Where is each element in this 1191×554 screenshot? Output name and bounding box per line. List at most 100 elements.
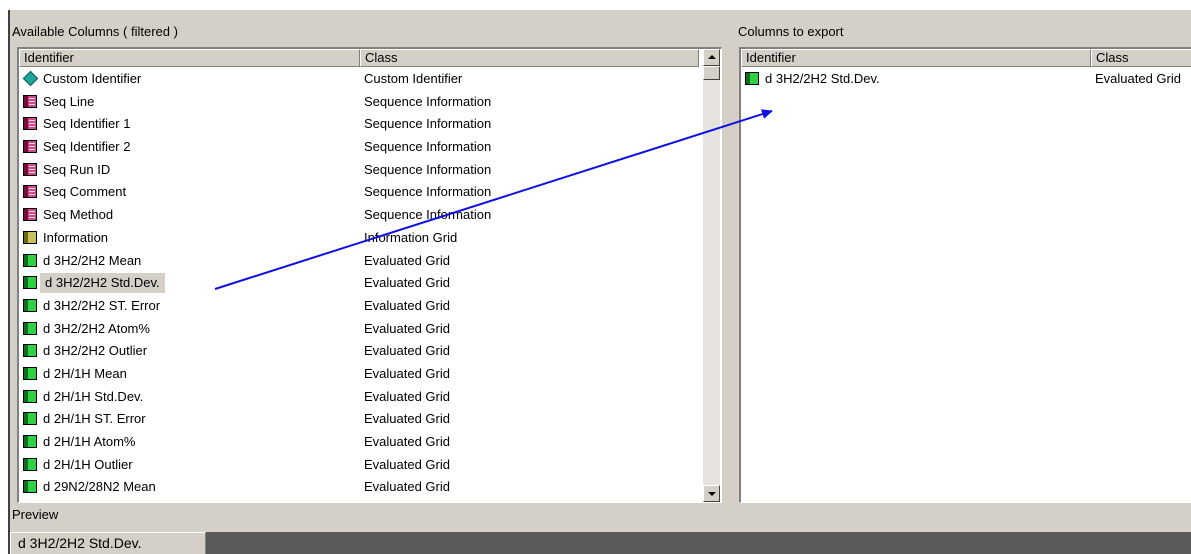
evaluated-grid-icon xyxy=(23,457,37,471)
evaluated-grid-icon xyxy=(23,298,37,312)
available-class-cell: Evaluated Grid xyxy=(364,456,450,472)
available-identifier-cell: Seq Run ID xyxy=(43,161,111,177)
available-list-header: Identifier Class xyxy=(19,49,699,67)
export-dialog: Available Columns ( filtered ) Columns t… xyxy=(8,10,1191,554)
available-class-cell: Evaluated Grid xyxy=(364,297,450,313)
scroll-up-arrow-icon[interactable] xyxy=(703,49,720,66)
available-identifier-cell: Seq Identifier 1 xyxy=(43,116,131,132)
available-row[interactable]: d 2H/1H ST. Error Evaluated Grid xyxy=(19,408,721,431)
available-identifier-cell: d 2H/1H Outlier xyxy=(43,456,133,472)
export-row[interactable]: d 3H2/2H2 Std.Dev. Evaluated Grid xyxy=(741,68,1191,91)
available-row[interactable]: Seq Line Sequence Information xyxy=(19,91,721,114)
available-row[interactable]: d 3H2/2H2 Std.Dev. Evaluated Grid xyxy=(19,272,721,295)
available-identifier-cell: Seq Identifier 2 xyxy=(43,139,131,155)
available-identifier-cell: Seq Line xyxy=(43,93,95,109)
sequence-grid-icon xyxy=(23,94,37,108)
available-row[interactable]: Seq Comment Sequence Information xyxy=(19,181,721,204)
available-class-cell: Evaluated Grid xyxy=(364,434,450,449)
scroll-thumb[interactable] xyxy=(703,66,720,80)
available-class-cell: Evaluated Grid xyxy=(364,411,450,427)
sequence-grid-icon xyxy=(23,185,37,199)
available-identifier-cell: Seq Comment xyxy=(43,184,127,200)
evaluated-grid-icon xyxy=(23,253,37,267)
export-rows: d 3H2/2H2 Std.Dev. Evaluated Grid xyxy=(741,68,1191,91)
available-class-cell: Evaluated Grid xyxy=(364,343,450,359)
available-rows: Custom Identifier Custom Identifier Seq Li… xyxy=(19,68,721,499)
sequence-grid-icon xyxy=(23,162,37,176)
preview-strip xyxy=(206,532,1191,554)
available-class-cell: Sequence Information xyxy=(364,161,492,177)
available-row[interactable]: Seq Run ID Sequence Information xyxy=(19,159,721,182)
available-class-cell: Sequence Information xyxy=(364,116,492,132)
available-class-cell: Sequence Information xyxy=(364,139,492,155)
export-class-cell: Evaluated Grid xyxy=(1095,71,1181,86)
available-identifier-cell: d 3H2/2H2 Std.Dev. xyxy=(40,273,165,294)
available-columns-label: Available Columns ( filtered ) xyxy=(12,24,178,39)
sequence-grid-icon xyxy=(23,208,37,222)
available-row[interactable]: d 2H/1H Std.Dev. Evaluated Grid xyxy=(19,386,721,409)
available-identifier-cell: d 2H/1H ST. Error xyxy=(43,411,146,427)
preview-value: d 3H2/2H2 Std.Dev. xyxy=(18,535,142,551)
available-row[interactable]: Seq Identifier 2 Sequence Information xyxy=(19,136,721,159)
information-grid-icon xyxy=(23,230,37,244)
evaluated-grid-icon xyxy=(23,321,37,335)
available-identifier-cell: Seq Method xyxy=(43,207,114,223)
preview-label: Preview xyxy=(12,507,59,522)
sequence-grid-icon xyxy=(23,140,37,154)
evaluated-grid-icon xyxy=(745,72,759,85)
evaluated-grid-icon xyxy=(23,389,37,403)
export-list-header: Identifier Class xyxy=(741,49,1191,67)
available-row[interactable]: d 3H2/2H2 Outlier Evaluated Grid xyxy=(19,340,721,363)
evaluated-grid-icon xyxy=(23,366,37,380)
available-class-cell: Sequence Information xyxy=(364,207,492,223)
available-class-cell: Sequence Information xyxy=(364,93,492,109)
diamond-icon xyxy=(22,70,39,87)
available-class-cell: Sequence Information xyxy=(364,184,492,200)
available-row[interactable]: d 3H2/2H2 Mean Evaluated Grid xyxy=(19,250,721,273)
scroll-down-arrow-icon[interactable] xyxy=(703,485,720,502)
columns-to-export-label: Columns to export xyxy=(738,24,844,39)
available-row[interactable]: Information Information Grid xyxy=(19,227,721,250)
available-identifier-cell: d 3H2/2H2 Outlier xyxy=(43,343,148,359)
available-identifier-cell: d 2H/1H Atom% xyxy=(43,434,136,449)
available-row[interactable]: Custom Identifier Custom Identifier xyxy=(19,68,721,91)
available-identifier-cell: Custom Identifier xyxy=(43,71,142,86)
available-class-cell: Evaluated Grid xyxy=(364,252,450,268)
export-class-column-header[interactable]: Class xyxy=(1091,49,1191,67)
columns-to-export-list[interactable]: Identifier Class d 3H2/2H2 Std.Dev. Evalu… xyxy=(739,47,1191,503)
export-identifier-cell: d 3H2/2H2 Std.Dev. xyxy=(765,71,880,86)
available-row[interactable]: d 29N2/28N2 Mean Evaluated Grid xyxy=(19,476,721,499)
available-row[interactable]: d 2H/1H Atom% Evaluated Grid xyxy=(19,431,721,454)
evaluated-grid-icon xyxy=(23,480,37,494)
available-class-cell: Custom Identifier xyxy=(364,71,463,86)
available-class-cell: Evaluated Grid xyxy=(364,388,450,404)
available-identifier-cell: d 29N2/28N2 Mean xyxy=(43,479,156,495)
preview-column-cell[interactable]: d 3H2/2H2 Std.Dev. xyxy=(10,532,206,554)
available-identifier-cell: d 3H2/2H2 Mean xyxy=(43,252,142,268)
available-row[interactable]: d 3H2/2H2 Atom% Evaluated Grid xyxy=(19,318,721,341)
available-identifier-cell: d 2H/1H Std.Dev. xyxy=(43,388,144,404)
class-column-header[interactable]: Class xyxy=(360,49,699,67)
available-class-cell: Evaluated Grid xyxy=(364,365,450,381)
evaluated-grid-icon xyxy=(23,435,37,448)
available-identifier-cell: d 3H2/2H2 ST. Error xyxy=(43,297,161,313)
evaluated-grid-icon xyxy=(23,344,37,358)
available-row[interactable]: Seq Identifier 1 Sequence Information xyxy=(19,113,721,136)
available-identifier-cell: d 3H2/2H2 Atom% xyxy=(43,320,150,336)
available-columns-list[interactable]: Identifier Class Custom Identifier Custom… xyxy=(17,47,722,503)
sequence-grid-icon xyxy=(23,117,37,131)
evaluated-grid-icon xyxy=(23,276,37,290)
available-class-cell: Evaluated Grid xyxy=(364,275,450,291)
available-class-cell: Evaluated Grid xyxy=(364,320,450,336)
available-row[interactable]: d 2H/1H Mean Evaluated Grid xyxy=(19,363,721,386)
available-class-cell: Information Grid xyxy=(364,229,458,245)
available-list-scrollbar[interactable] xyxy=(703,49,720,502)
available-identifier-cell: Information xyxy=(43,229,109,245)
export-identifier-column-header[interactable]: Identifier xyxy=(741,49,1091,67)
available-row[interactable]: d 2H/1H Outlier Evaluated Grid xyxy=(19,454,721,477)
identifier-column-header[interactable]: Identifier xyxy=(19,49,360,67)
evaluated-grid-icon xyxy=(23,412,37,426)
available-row[interactable]: d 3H2/2H2 ST. Error Evaluated Grid xyxy=(19,295,721,318)
available-row[interactable]: Seq Method Sequence Information xyxy=(19,204,721,227)
available-identifier-cell: d 2H/1H Mean xyxy=(43,365,127,381)
